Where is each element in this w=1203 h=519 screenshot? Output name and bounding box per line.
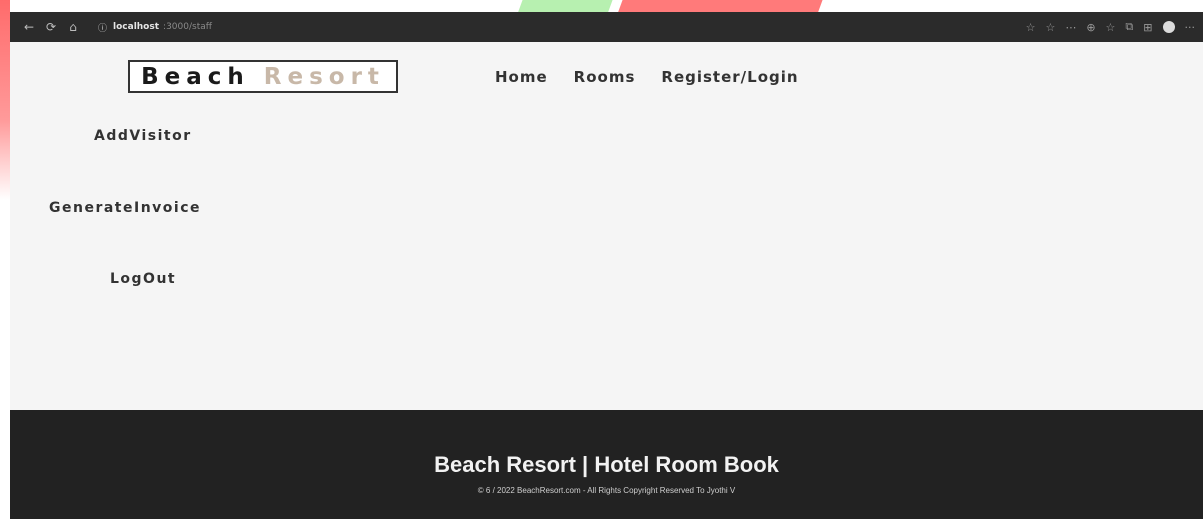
reader-icon[interactable]: ⋯ [1065,21,1076,34]
url-host: localhost [113,22,160,32]
sidebar-item-add-visitor[interactable]: AddVisitor [94,128,192,144]
back-icon[interactable]: ← [18,20,40,34]
logo-text-first: Beach [141,63,250,90]
edit-icon[interactable]: ☆ [1045,21,1055,34]
decorative-stripe-left [0,0,10,200]
collections-icon[interactable]: ⧉ [1125,20,1133,34]
site-info-icon[interactable]: ⓘ [98,21,107,34]
url-path: :3000/staff [163,22,212,32]
top-navigation: Home Rooms Register/Login [495,68,799,86]
site-logo[interactable]: Beach Resort [128,60,398,93]
logo-text-second: Resort [263,63,385,90]
profile-avatar[interactable] [1162,21,1175,33]
browser-extension-icons: ☆ ☆ ⋯ ⊕ ☆ ⧉ ⊞ ··· [1026,20,1195,34]
favorites-bar-icon[interactable]: ☆ [1106,21,1116,34]
extension-icon[interactable]: ⊕ [1086,21,1095,34]
refresh-icon[interactable]: ⟳ [40,20,62,34]
address-bar[interactable]: ⓘ localhost :3000/staff [98,21,212,34]
more-icon[interactable]: ··· [1185,21,1196,34]
footer-copyright: © 6 / 2022 BeachResort.com - All Rights … [477,486,736,495]
nav-link-home[interactable]: Home [495,68,548,86]
page-content: Beach Resort Home Rooms Register/Login A… [10,42,1203,410]
sidebar-item-generate-invoice[interactable]: GenerateInvoice [10,200,240,216]
footer: Beach Resort | Hotel Room Book © 6 / 202… [10,410,1203,519]
tabs-icon[interactable]: ⊞ [1143,21,1152,34]
nav-link-register-login[interactable]: Register/Login [661,68,798,86]
sidebar-item-logout[interactable]: LogOut [110,271,176,287]
home-icon[interactable]: ⌂ [62,20,84,34]
nav-link-rooms[interactable]: Rooms [574,68,636,86]
footer-title: Beach Resort | Hotel Room Book [434,452,779,477]
browser-toolbar: ← ⟳ ⌂ ⓘ localhost :3000/staff ☆ ☆ ⋯ ⊕ ☆ … [10,12,1203,42]
favorite-icon[interactable]: ☆ [1026,21,1036,34]
